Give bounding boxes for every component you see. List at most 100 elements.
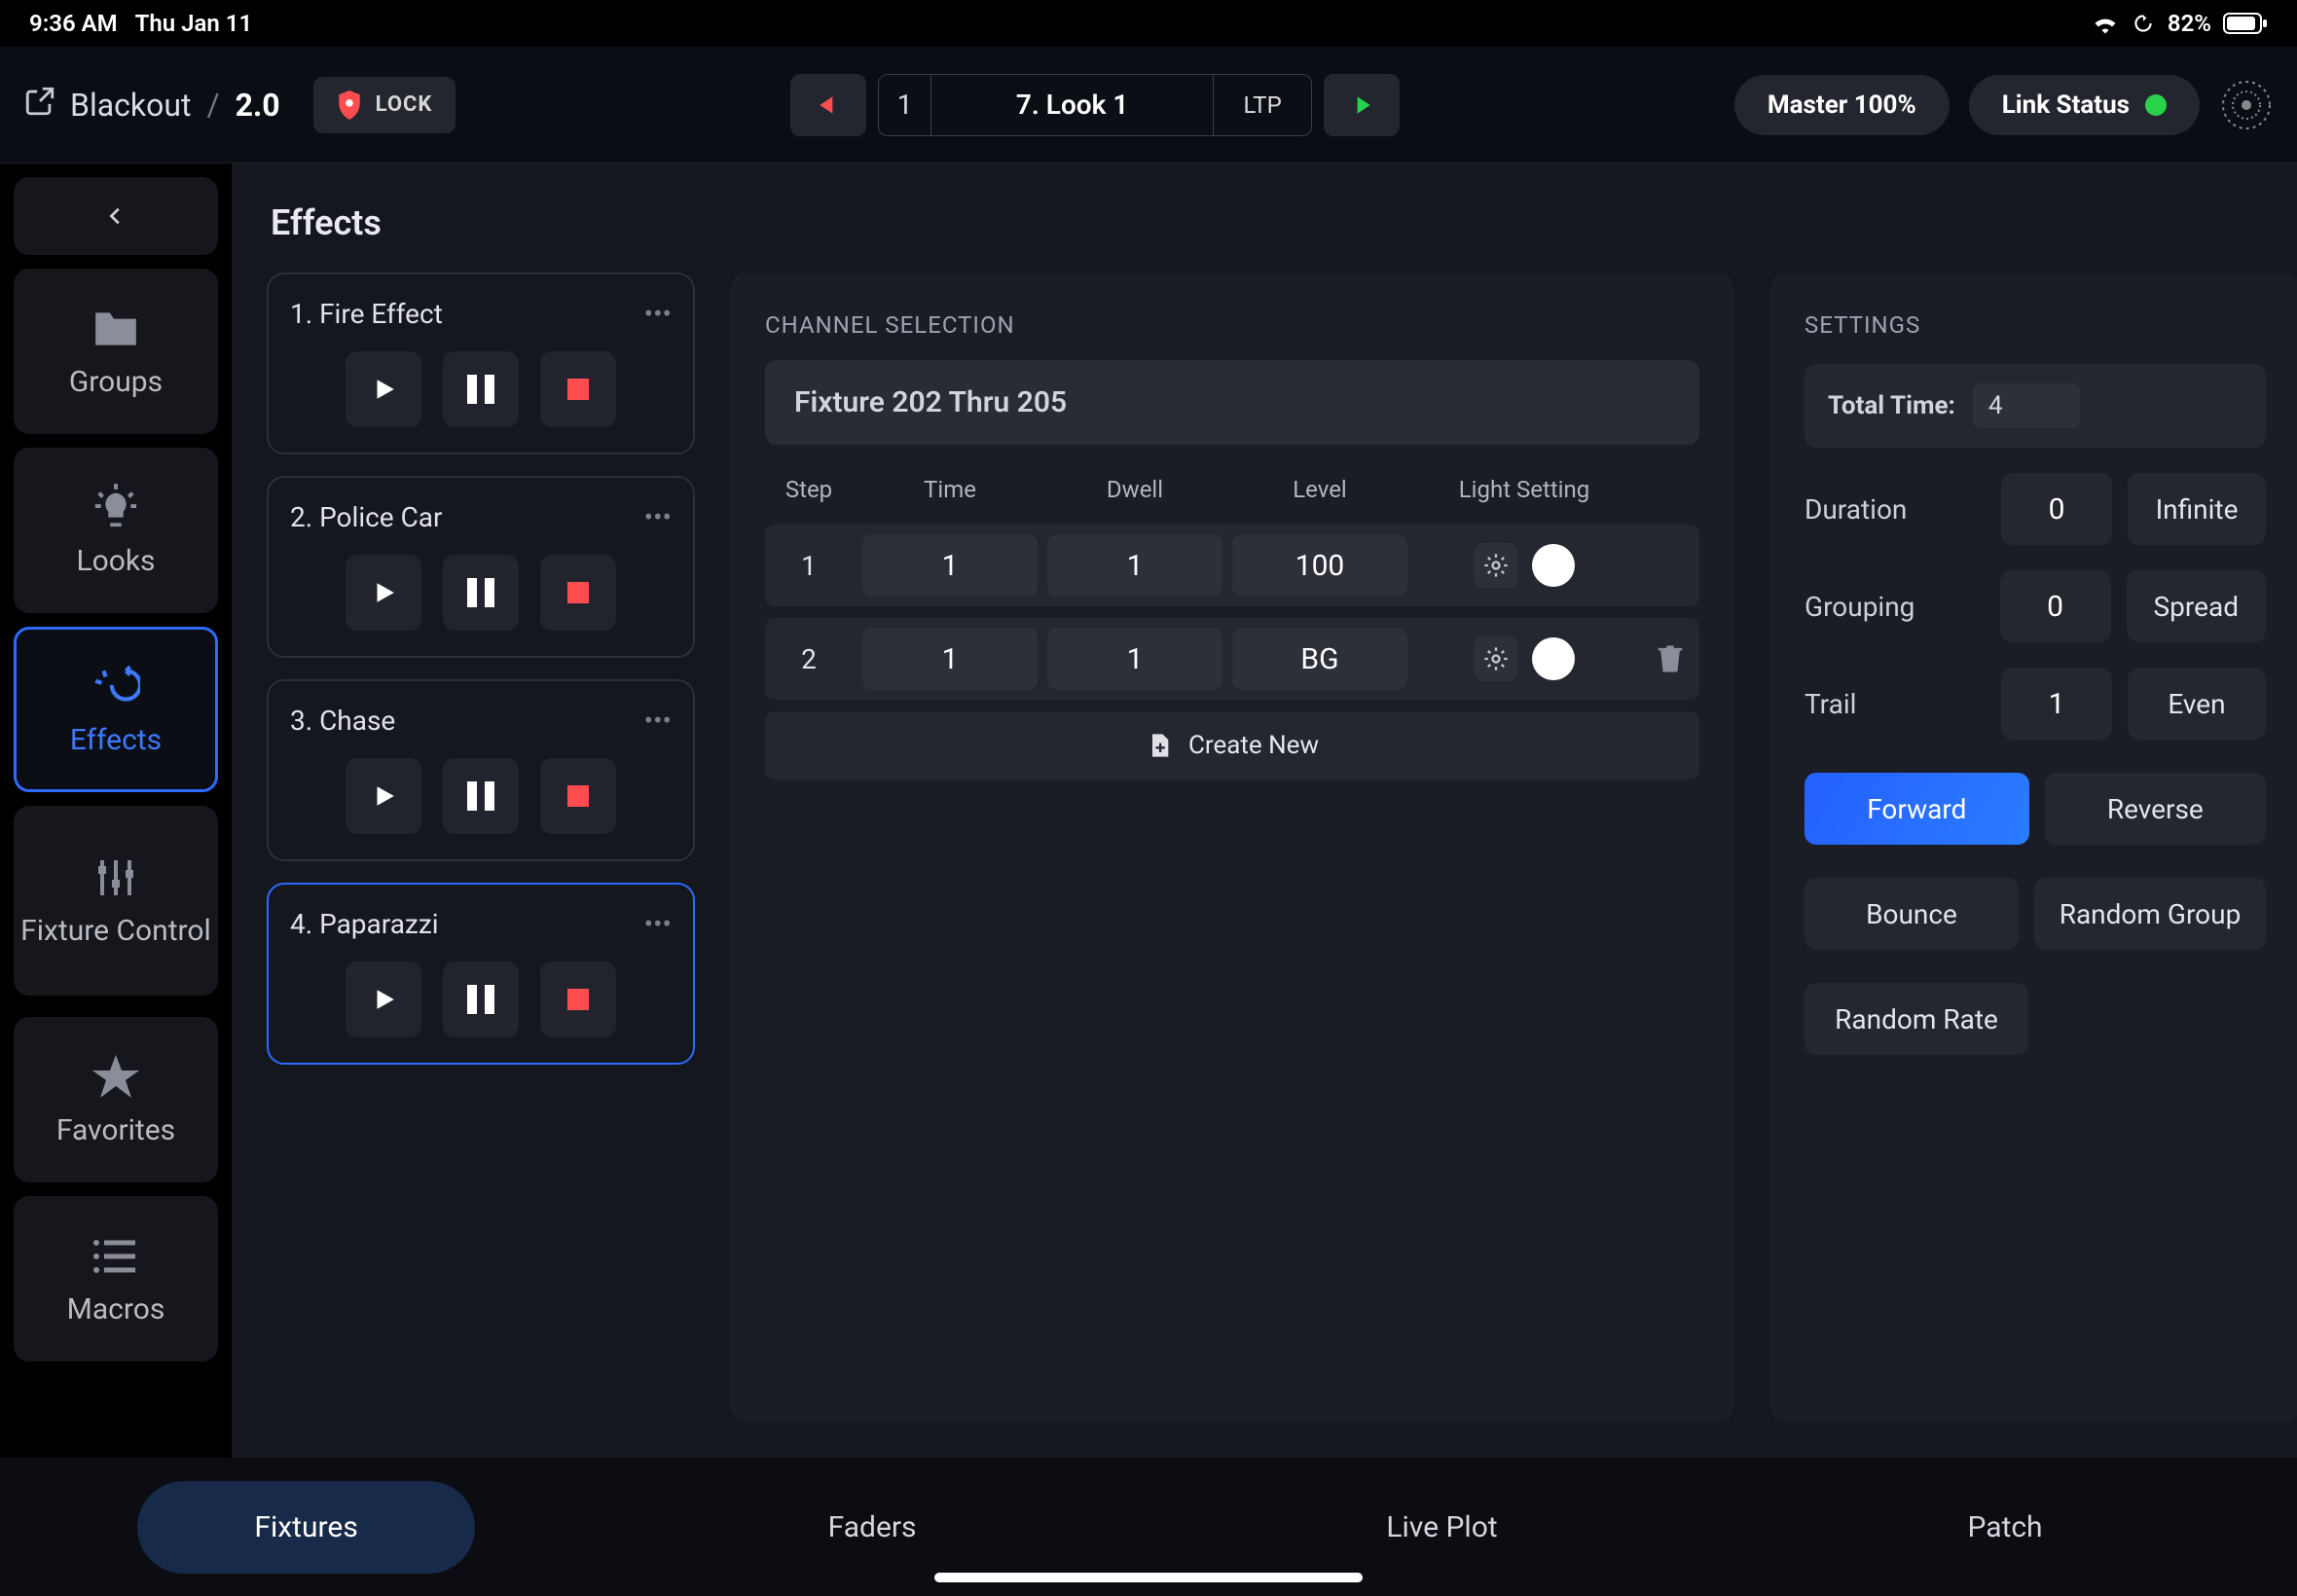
effect-play-button[interactable] bbox=[346, 961, 421, 1037]
sidebar-item-effects[interactable]: Effects bbox=[14, 627, 218, 792]
effect-label: 4. Paparazzi bbox=[290, 908, 439, 940]
dwell-input[interactable]: 1 bbox=[1047, 534, 1222, 597]
effect-card[interactable]: 4. Paparazzi ••• bbox=[267, 883, 695, 1065]
link-status-label: Link Status bbox=[2002, 91, 2130, 120]
sidebar-item-looks[interactable]: Looks bbox=[14, 448, 218, 613]
col-dwell: Dwell bbox=[1047, 476, 1222, 503]
effect-label: 3. Chase bbox=[290, 705, 395, 737]
grouping-input[interactable]: 0 bbox=[2000, 570, 2111, 642]
effect-stop-button[interactable] bbox=[540, 961, 616, 1037]
master-button[interactable]: Master 100% bbox=[1734, 75, 1950, 135]
more-icon[interactable]: ••• bbox=[644, 298, 672, 330]
app-title: Blackout / 2.0 bbox=[23, 85, 280, 126]
star-icon bbox=[91, 1053, 140, 1102]
duration-option-button[interactable]: Infinite bbox=[2128, 473, 2266, 545]
settings-title: SETTINGS bbox=[1805, 311, 2266, 339]
col-step: Step bbox=[765, 476, 853, 503]
look-name: 7. Look 1 bbox=[931, 75, 1214, 135]
sidebar-back-button[interactable] bbox=[14, 177, 218, 255]
export-icon[interactable] bbox=[23, 85, 56, 126]
effect-label: 2. Police Car bbox=[290, 501, 443, 533]
level-input[interactable]: 100 bbox=[1232, 534, 1407, 597]
duration-input[interactable]: 0 bbox=[2001, 473, 2112, 545]
sidebar-item-label: Fixture Control bbox=[20, 914, 211, 949]
look-display[interactable]: 1 7. Look 1 LTP bbox=[878, 74, 1312, 136]
gear-icon bbox=[1482, 552, 1510, 579]
effect-play-button[interactable] bbox=[346, 555, 421, 631]
status-time: 9:36 AM bbox=[29, 10, 118, 37]
home-indicator[interactable] bbox=[934, 1573, 1363, 1582]
more-icon[interactable]: ••• bbox=[644, 908, 672, 940]
mode-reverse-button[interactable]: Reverse bbox=[2045, 773, 2266, 845]
bulb-icon bbox=[91, 484, 140, 532]
effect-stop-button[interactable] bbox=[540, 351, 616, 427]
tab-fixtures[interactable]: Fixtures bbox=[137, 1481, 474, 1574]
light-settings-button[interactable] bbox=[1474, 636, 1518, 681]
app-logo[interactable] bbox=[2219, 78, 2274, 132]
sidebar-item-groups[interactable]: Groups bbox=[14, 269, 218, 434]
effect-card[interactable]: 3. Chase ••• bbox=[267, 679, 695, 861]
effect-pause-button[interactable] bbox=[443, 351, 519, 427]
lock-button[interactable]: LOCK bbox=[313, 77, 456, 133]
effect-pause-button[interactable] bbox=[443, 758, 519, 834]
orientation-lock-icon bbox=[2131, 11, 2156, 36]
sidebar-item-macros[interactable]: Macros bbox=[14, 1196, 218, 1361]
more-icon[interactable]: ••• bbox=[644, 501, 672, 533]
light-settings-button[interactable] bbox=[1474, 543, 1518, 588]
pause-icon bbox=[467, 985, 494, 1014]
app-name: Blackout bbox=[70, 87, 191, 124]
effect-stop-button[interactable] bbox=[540, 555, 616, 631]
mode-bounce-button[interactable]: Bounce bbox=[1805, 878, 2019, 950]
master-label: Master 100% bbox=[1768, 91, 1916, 120]
dwell-input[interactable]: 1 bbox=[1047, 628, 1222, 690]
battery-percent: 82% bbox=[2168, 10, 2211, 37]
effect-card[interactable]: 2. Police Car ••• bbox=[267, 476, 695, 658]
effect-play-button[interactable] bbox=[346, 758, 421, 834]
color-swatch[interactable] bbox=[1532, 544, 1575, 587]
grouping-label: Grouping bbox=[1805, 591, 1985, 623]
chevron-left-icon bbox=[105, 205, 127, 227]
col-setting: Light Setting bbox=[1417, 476, 1631, 503]
effect-label: 1. Fire Effect bbox=[290, 298, 443, 330]
sidebar-item-favorites[interactable]: Favorites bbox=[14, 1017, 218, 1182]
total-time-value[interactable]: 4 bbox=[1973, 383, 2081, 428]
go-look-button[interactable] bbox=[1324, 74, 1400, 136]
play-icon bbox=[371, 783, 396, 809]
fixture-selection[interactable]: Fixture 202 Thru 205 bbox=[765, 360, 1699, 445]
folder-icon bbox=[91, 305, 140, 353]
link-status-button[interactable]: Link Status bbox=[1969, 75, 2200, 135]
effect-card[interactable]: 1. Fire Effect ••• bbox=[267, 272, 695, 454]
time-input[interactable]: 1 bbox=[862, 628, 1038, 690]
delete-step-button[interactable] bbox=[1641, 643, 1699, 674]
trail-input[interactable]: 1 bbox=[2001, 668, 2112, 740]
grouping-option-button[interactable]: Spread bbox=[2127, 570, 2266, 642]
lock-label: LOCK bbox=[376, 92, 433, 117]
tab-patch[interactable]: Patch bbox=[1850, 1481, 2159, 1574]
sidebar-item-label: Groups bbox=[69, 365, 163, 399]
mode-random-rate-button[interactable]: Random Rate bbox=[1805, 983, 2028, 1055]
mode-random-group-button[interactable]: Random Group bbox=[2034, 878, 2266, 950]
channel-selection-panel: CHANNEL SELECTION Fixture 202 Thru 205 S… bbox=[730, 272, 1734, 1423]
duration-label: Duration bbox=[1805, 493, 1986, 526]
effect-stop-button[interactable] bbox=[540, 758, 616, 834]
effects-list: 1. Fire Effect ••• 2. Police Car ••• bbox=[267, 272, 695, 1423]
prev-look-button[interactable] bbox=[790, 74, 866, 136]
effect-pause-button[interactable] bbox=[443, 555, 519, 631]
col-time: Time bbox=[862, 476, 1038, 503]
color-swatch[interactable] bbox=[1532, 637, 1575, 680]
tab-faders[interactable]: Faders bbox=[711, 1481, 1034, 1574]
tab-live-plot[interactable]: Live Plot bbox=[1269, 1481, 1614, 1574]
effect-pause-button[interactable] bbox=[443, 961, 519, 1037]
stop-icon bbox=[567, 989, 589, 1010]
sliders-icon bbox=[91, 853, 140, 902]
more-icon[interactable]: ••• bbox=[644, 705, 672, 737]
trail-option-button[interactable]: Even bbox=[2128, 668, 2266, 740]
sidebar-item-fixture-control[interactable]: Fixture Control bbox=[14, 806, 218, 996]
mode-forward-button[interactable]: Forward bbox=[1805, 773, 2029, 845]
effect-play-button[interactable] bbox=[346, 351, 421, 427]
trash-icon bbox=[1656, 643, 1685, 674]
create-step-button[interactable]: Create New bbox=[765, 711, 1699, 780]
level-input[interactable]: BG bbox=[1232, 628, 1407, 690]
step-row: 1 1 1 100 bbox=[765, 525, 1699, 606]
time-input[interactable]: 1 bbox=[862, 534, 1038, 597]
